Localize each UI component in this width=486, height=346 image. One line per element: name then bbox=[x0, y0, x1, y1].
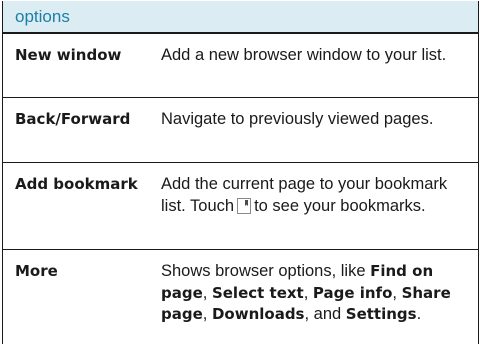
page: options New window Add a new browser win… bbox=[0, 0, 486, 346]
table-row: Back/Forward Navigate to previously view… bbox=[3, 98, 478, 163]
table-row: New window Add a new browser window to y… bbox=[3, 34, 478, 98]
table-row: More Shows browser options, like Find on… bbox=[3, 250, 478, 342]
bookmark-icon bbox=[237, 197, 252, 221]
page-info-term: Page info bbox=[312, 283, 393, 302]
description-text: , bbox=[202, 305, 212, 323]
description-text: . bbox=[416, 305, 422, 323]
option-description: Shows browser options, like Find on page… bbox=[156, 250, 478, 342]
description-text: to see your bookmarks. bbox=[254, 196, 426, 215]
table-header-label: options bbox=[15, 6, 70, 26]
option-description: Navigate to previously viewed pages. bbox=[161, 110, 434, 128]
option-name: Add bookmark bbox=[15, 175, 138, 193]
option-name: New window bbox=[15, 46, 122, 64]
description-text: , bbox=[202, 283, 212, 302]
description-text: Shows browser options, like bbox=[161, 262, 371, 280]
select-text-term: Select text bbox=[211, 283, 304, 302]
description-text: , bbox=[303, 283, 313, 302]
description-text: , and bbox=[304, 305, 346, 323]
table-row: Add bookmark Add the current page to you… bbox=[3, 163, 478, 250]
options-table: options New window Add a new browser win… bbox=[2, 1, 479, 344]
downloads-term: Downloads bbox=[211, 305, 305, 323]
option-description: Add the current page to your bookmark li… bbox=[156, 163, 478, 249]
option-description: Add a new browser window to your list. bbox=[161, 46, 447, 64]
table-header: options bbox=[3, 1, 478, 34]
settings-term: Settings bbox=[345, 305, 417, 323]
option-name: Back/Forward bbox=[15, 110, 131, 128]
option-name: More bbox=[15, 262, 58, 280]
description-text: , bbox=[392, 283, 402, 302]
